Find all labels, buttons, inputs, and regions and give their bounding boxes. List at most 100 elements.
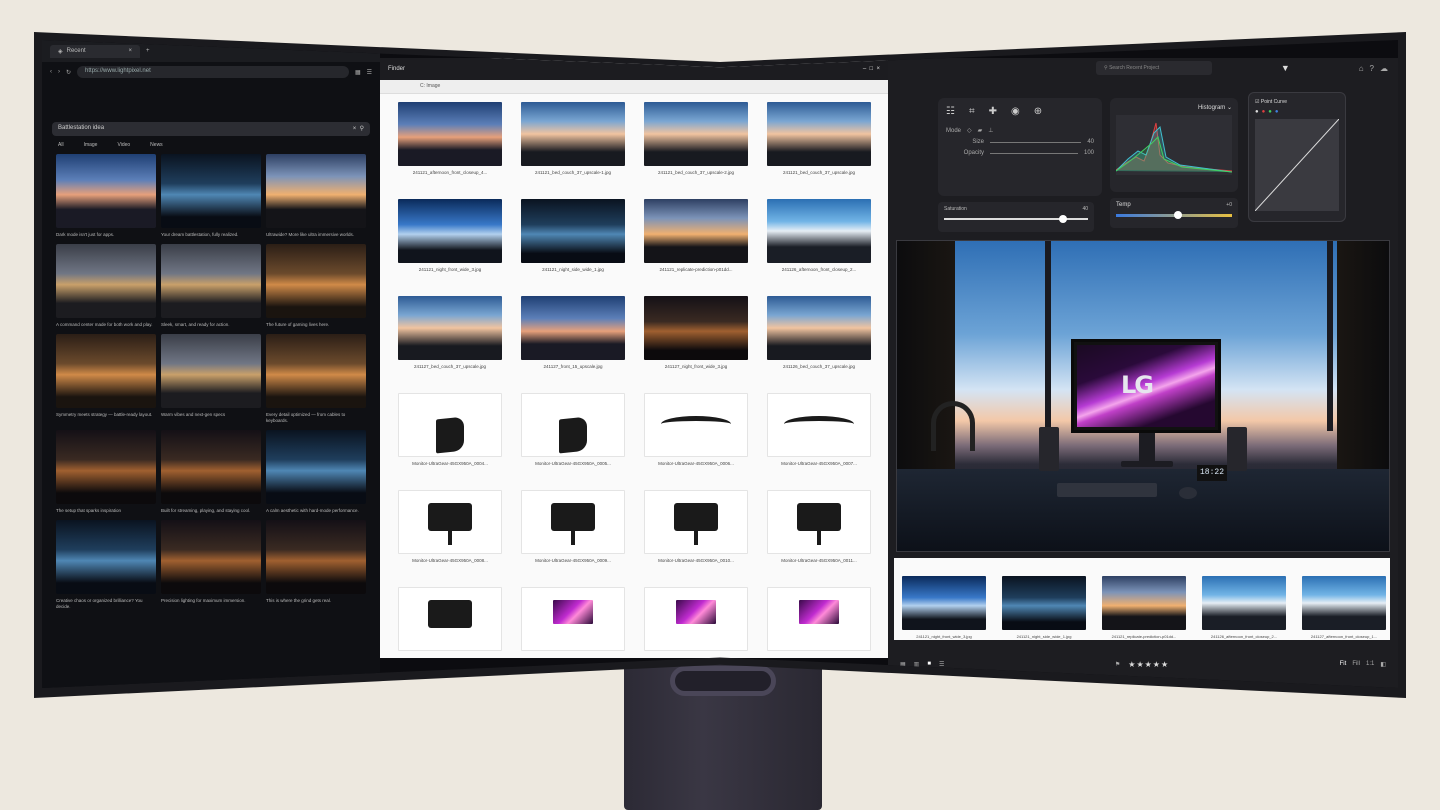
file-item[interactable]: 241121_night_side_wide_1.jpg <box>521 199 625 272</box>
red-channel-icon[interactable]: ● <box>1262 109 1266 115</box>
browser-tab[interactable]: ◈ Recent × <box>50 44 140 58</box>
image-result[interactable]: The future of gaming lives here. <box>266 244 366 328</box>
checkbox-icon[interactable]: ☑ <box>1255 99 1259 105</box>
filmstrip-item[interactable]: 241121_night_side_wide_1.jpg <box>1002 576 1086 639</box>
green-channel-icon[interactable]: ● <box>1268 109 1272 115</box>
file-item[interactable] <box>767 587 871 655</box>
filter-all[interactable]: All <box>58 142 64 148</box>
file-item[interactable]: Monitor-UltraGear-45GX950A_0011... <box>767 490 871 563</box>
help-icon[interactable]: ? <box>1370 64 1374 73</box>
file-item[interactable]: 241121_afternoon_front_closeup_4... <box>398 102 502 175</box>
view-1to1[interactable]: 1:1 <box>1366 661 1374 668</box>
file-item[interactable]: Monitor-UltraGear-45GX950A_0007... <box>767 393 871 466</box>
minimize-icon[interactable]: – <box>863 66 866 72</box>
blue-channel-icon[interactable]: ● <box>1275 109 1279 115</box>
search-icon[interactable]: ⚲ <box>360 126 364 132</box>
image-result[interactable]: Warm vibes and next-gen specs <box>161 334 261 424</box>
image-result[interactable]: Precision lighting for maximum immersion… <box>161 520 261 610</box>
back-icon[interactable]: ‹ <box>50 69 52 75</box>
crop-icon[interactable]: ⌗ <box>969 106 975 117</box>
flag-icon[interactable]: ⚑ <box>1115 661 1120 668</box>
file-item[interactable]: 241127_night_front_wide_3.jpg <box>644 296 748 369</box>
image-result[interactable]: Ultrawide? More like ultra immersive wor… <box>266 154 366 238</box>
filmstrip-item[interactable]: 241127_afternoon_front_closeup_1... <box>1302 576 1386 639</box>
file-item[interactable]: Monitor-UltraGear-45GX950A_0004... <box>398 393 502 466</box>
file-item[interactable]: 241121_night_front_wide_3.jpg <box>398 199 502 272</box>
maximize-icon[interactable]: □ <box>870 66 874 72</box>
filmstrip-item[interactable]: 241121_night_front_wide_3.jpg <box>902 576 986 639</box>
image-result[interactable]: Sleek, smart, and ready for action. <box>161 244 261 328</box>
filter-video[interactable]: Video <box>117 142 130 148</box>
file-item[interactable]: 241121_bed_couch_37_upscale.jpg <box>767 102 871 175</box>
image-result[interactable]: This is where the grind gets real. <box>266 520 366 610</box>
file-item[interactable] <box>398 587 502 655</box>
file-item[interactable]: Monitor-UltraGear-45GX950A_0010... <box>644 490 748 563</box>
finder-path-bar[interactable]: C: Image <box>380 80 888 94</box>
sort-icon[interactable]: ☰ <box>939 661 944 668</box>
size-slider[interactable] <box>990 141 1082 143</box>
reload-icon[interactable]: ↻ <box>66 69 71 76</box>
clear-icon[interactable]: × <box>353 126 357 132</box>
new-tab-icon[interactable]: + <box>146 48 150 54</box>
file-item[interactable]: Monitor-UltraGear-45GX950A_0006... <box>644 393 748 466</box>
image-result[interactable]: A calm aesthetic with hard-mode performa… <box>266 430 366 514</box>
image-result[interactable]: A command center made for both work and … <box>56 244 156 328</box>
lock-icon[interactable]: ⌂ <box>1359 64 1364 73</box>
grid-icon[interactable]: ▦ <box>355 69 361 76</box>
forward-icon[interactable]: › <box>58 69 60 75</box>
filter-icon[interactable]: ▼ <box>1281 63 1290 73</box>
filter-image[interactable]: Image <box>84 142 98 148</box>
file-item[interactable]: Monitor-UltraGear-45GX950A_0005... <box>521 393 625 466</box>
close-icon[interactable]: × <box>876 66 880 72</box>
saturation-slider[interactable] <box>944 215 1088 223</box>
temp-slider[interactable] <box>1116 211 1232 219</box>
file-item[interactable]: 241121_bed_couch_37_upscale-2.jpg <box>644 102 748 175</box>
image-result[interactable]: Symmetry meets strategy — battle-ready l… <box>56 334 156 424</box>
image-result[interactable]: Your dream battlestation, fully realized… <box>161 154 261 238</box>
search-input[interactable]: Battlestation idea × ⚲ <box>52 122 370 136</box>
close-icon[interactable]: × <box>128 48 132 54</box>
menu-icon[interactable]: ☰ <box>367 69 372 76</box>
file-item[interactable]: 241121_bed_couch_37_upscale-1.jpg <box>521 102 625 175</box>
file-item[interactable] <box>644 587 748 655</box>
heal-icon[interactable]: ✚ <box>989 106 997 117</box>
address-input[interactable]: https://www.lightpixel.net <box>77 66 349 78</box>
image-result[interactable]: Every detail optimized — from cables to … <box>266 334 366 424</box>
view-fit[interactable]: Fit <box>1340 661 1347 668</box>
file-item[interactable] <box>521 587 625 655</box>
file-item[interactable]: Monitor-UltraGear-45GX950A_0008... <box>398 490 502 563</box>
file-item[interactable]: 241126_afternoon_front_closeup_2... <box>767 199 871 272</box>
eye-icon[interactable]: ◉ <box>1011 106 1020 117</box>
filter-news[interactable]: News <box>150 142 163 148</box>
slider-thumb[interactable] <box>1059 215 1068 223</box>
adjust-icon[interactable]: ☷ <box>946 106 955 117</box>
rgb-channel-icon[interactable]: ● <box>1255 109 1259 115</box>
image-result[interactable]: Built for streaming, playing, and stayin… <box>161 430 261 514</box>
bandage-icon[interactable]: ▰ <box>978 127 983 134</box>
filmstrip-item[interactable]: 241126_afternoon_front_closeup_2... <box>1202 576 1286 639</box>
view-fill[interactable]: Fill <box>1352 661 1360 668</box>
chevron-down-icon[interactable]: ⌄ <box>1227 105 1232 111</box>
file-item[interactable]: 241127_front_15_upscale.jpg <box>521 296 625 369</box>
main-photo-preview[interactable]: LG 18:22 <box>896 240 1390 552</box>
file-item[interactable]: 241121_replicate-prediction-p01dd... <box>644 199 748 272</box>
eraser-icon[interactable]: ◇ <box>967 127 972 134</box>
curve-graph[interactable] <box>1254 118 1340 212</box>
stamp-icon[interactable]: ⊥ <box>988 127 993 134</box>
image-result[interactable]: Dark mode isn't just for apps. <box>56 154 156 238</box>
image-result[interactable]: The setup that sparks inspiration <box>56 430 156 514</box>
search-input[interactable]: ⚲ Search Recent Project <box>1096 61 1212 75</box>
globe-icon[interactable]: ⊕ <box>1034 106 1042 117</box>
file-item[interactable]: 241127_bed_couch_37_upscale.jpg <box>398 296 502 369</box>
filmstrip-item[interactable]: 241121_replicate-prediction-p01dd... <box>1102 576 1186 639</box>
image-result[interactable]: Creative chaos or organized brilliance? … <box>56 520 156 610</box>
panel-toggle-icon[interactable]: ◧ <box>1380 661 1386 668</box>
file-item[interactable]: 241126_bed_couch_37_upscale.jpg <box>767 296 871 369</box>
cloud-icon[interactable]: ☁ <box>1380 64 1388 73</box>
opacity-slider[interactable] <box>990 152 1078 154</box>
file-item[interactable]: Monitor-UltraGear-45GX950A_0009... <box>521 490 625 563</box>
slider-thumb[interactable] <box>1174 211 1182 219</box>
rating-stars[interactable]: ★★★★★ <box>1128 660 1169 669</box>
single-view-icon[interactable]: ■ <box>927 661 931 668</box>
file-thumbnail <box>521 587 625 651</box>
